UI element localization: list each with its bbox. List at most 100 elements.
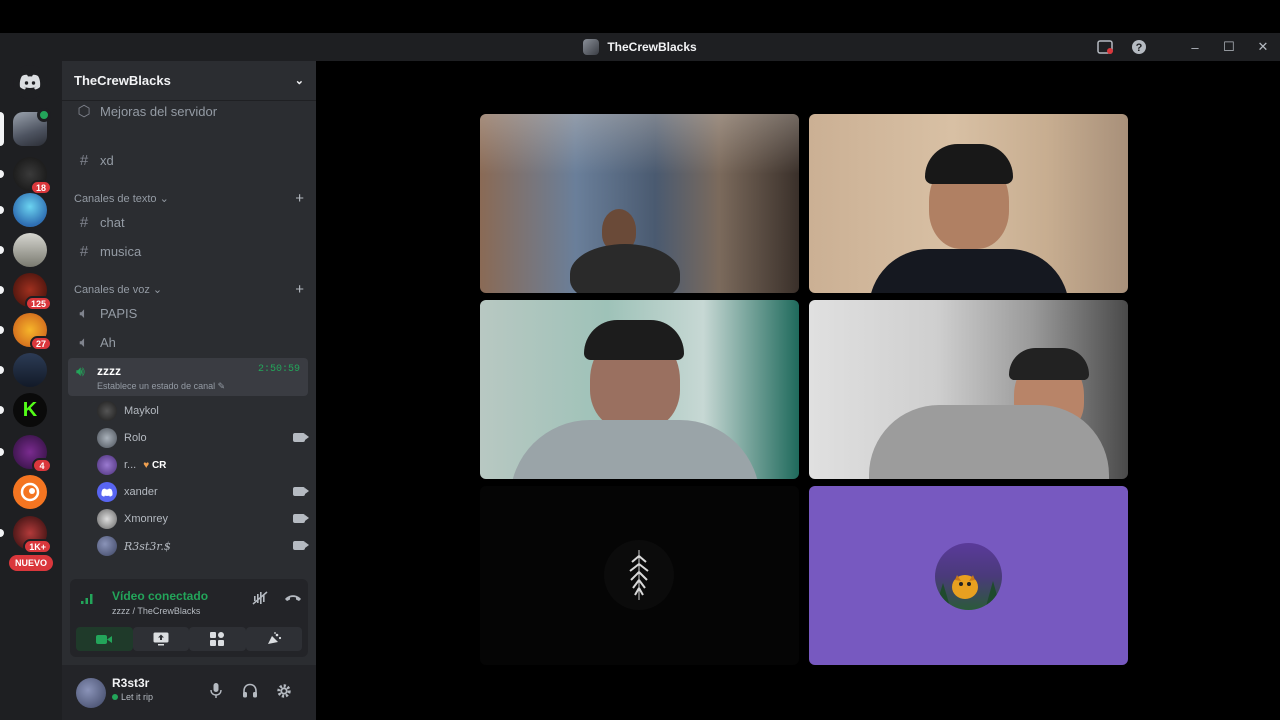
server-boost-label: Mejoras del servidor [100, 103, 218, 119]
server-icon-7[interactable] [0, 353, 47, 387]
server-icon-5[interactable]: 125 [0, 273, 52, 311]
member-name: Xmonrey [124, 513, 169, 525]
member-name: r... [124, 459, 137, 471]
server-icon-3[interactable] [0, 193, 47, 227]
title-bar: TheCrewBlacks ? – ☐ ✕ [0, 33, 1280, 61]
server-icon-9[interactable]: 4 [0, 435, 52, 473]
screen-share-button[interactable] [132, 627, 189, 651]
category-voice-channels[interactable]: Canales de voz ⌄ + [74, 281, 304, 298]
unread-pill [0, 326, 4, 334]
user-avatar[interactable] [76, 678, 106, 708]
camera-icon [293, 433, 309, 442]
voice-member-xmonrey[interactable]: Xmonrey [97, 508, 309, 530]
disconnect-icon[interactable] [284, 591, 302, 607]
video-tile-3[interactable] [480, 300, 799, 479]
mention-badge: 27 [29, 336, 52, 351]
connection-status[interactable]: Vídeo conectado [112, 589, 208, 603]
settings-icon[interactable] [276, 683, 292, 703]
activities-button[interactable] [189, 627, 246, 651]
unread-pill [0, 406, 4, 414]
channel-status[interactable]: Establece un estado de canal ✎ [97, 381, 225, 392]
avatar [97, 509, 117, 529]
user-name[interactable]: R3st3r [112, 676, 149, 690]
category-text-channels[interactable]: Canales de texto ⌄ + [74, 190, 304, 207]
participant-hair [925, 144, 1013, 184]
voice-channel-zzzz[interactable]: 🔊︎ zzzz 2:50:59 Establece un estado de c… [68, 358, 308, 396]
svg-text:?: ? [1136, 42, 1143, 54]
crunchyroll-logo-icon [13, 475, 47, 509]
channel-label: xd [100, 152, 114, 168]
voice-channel-ah[interactable]: 🔈︎ Ah [70, 330, 308, 354]
channel-label: PAPIS [100, 305, 138, 321]
server-icon-8[interactable]: K [0, 393, 47, 427]
voice-channel-papis[interactable]: 🔈︎ PAPIS [70, 301, 308, 325]
server-name: TheCrewBlacks [74, 73, 171, 88]
voice-active-indicator [37, 108, 51, 122]
voice-member-rolo[interactable]: Rolo [97, 427, 309, 449]
participant-body [510, 420, 760, 479]
video-tile-5-no-camera[interactable] [480, 486, 799, 665]
voice-member-r[interactable]: r... ♥ CR [97, 454, 305, 476]
participant-avatar [604, 540, 674, 610]
voice-connection-panel: Vídeo conectado zzzz / TheCrewBlacks [70, 579, 308, 657]
avatar [97, 482, 117, 502]
mention-badge: 4 [32, 458, 52, 473]
channel-xd[interactable]: # xd [70, 148, 308, 172]
participant-hair [1009, 348, 1089, 380]
unread-pill [0, 366, 4, 374]
screen-share-icon [153, 632, 169, 646]
video-tile-2[interactable] [809, 114, 1128, 293]
mention-badge: 125 [24, 296, 52, 311]
chevron-down-icon: ⌄ [294, 75, 304, 87]
voice-member-maykol[interactable]: Maykol [97, 400, 305, 422]
member-name: R3st3r.$ [124, 539, 171, 553]
plus-icon[interactable]: + [295, 281, 304, 298]
help-icon[interactable]: ? [1122, 33, 1156, 61]
connection-channel[interactable]: zzzz / TheCrewBlacks [112, 606, 200, 616]
server-icon-2[interactable]: 18 [0, 157, 52, 195]
channel-chat[interactable]: # chat [70, 210, 308, 234]
server-icon-thecrewblacks[interactable] [0, 108, 51, 146]
voice-timer: 2:50:59 [257, 364, 300, 375]
mention-badge: 1K+ [23, 539, 52, 554]
member-tag: ♥ CR [143, 459, 167, 471]
close-icon[interactable]: ✕ [1246, 33, 1280, 61]
video-tile-1[interactable] [480, 114, 799, 293]
server-icon-6[interactable]: 27 [0, 313, 52, 351]
headphones-icon[interactable] [242, 683, 258, 702]
plus-icon[interactable]: + [295, 190, 304, 207]
channel-musica[interactable]: # musica [70, 239, 308, 263]
maximize-icon[interactable]: ☐ [1212, 33, 1246, 61]
unread-pill [0, 286, 4, 294]
unread-pill [0, 170, 4, 178]
speaker-icon: 🔈︎ [79, 333, 89, 351]
microphone-icon[interactable] [210, 683, 222, 702]
soundboard-button[interactable] [245, 627, 302, 651]
server-icon-4[interactable] [0, 233, 47, 267]
window-title: TheCrewBlacks [583, 39, 697, 55]
channel-label: Ah [100, 334, 116, 350]
member-name: Rolo [124, 432, 147, 444]
signal-icon[interactable] [80, 592, 94, 608]
home-button[interactable] [13, 65, 47, 99]
server-boost-item[interactable]: ⬡ Mejoras del servidor [70, 99, 308, 123]
server-header[interactable]: TheCrewBlacks ⌄ [62, 61, 316, 101]
unread-pill [0, 448, 4, 456]
video-tile-4[interactable] [809, 300, 1128, 479]
camera-icon [293, 541, 309, 550]
speaker-icon: 🔊︎ [76, 363, 85, 379]
voice-member-xander[interactable]: xander [97, 481, 309, 503]
server-icon-crunchyroll[interactable] [13, 475, 47, 509]
window-title-text: TheCrewBlacks [607, 40, 697, 54]
voice-member-r3st3r[interactable]: R3st3r.$ [97, 535, 309, 557]
participant-hair [584, 320, 684, 360]
camera-button[interactable] [76, 627, 133, 651]
inbox-icon[interactable] [1088, 33, 1122, 61]
server-icon-11[interactable]: 1K+ [0, 516, 52, 554]
user-status[interactable]: Let it rip [112, 692, 153, 702]
minimize-icon[interactable]: – [1178, 33, 1212, 61]
boost-icon: ⬡ [77, 103, 91, 120]
hash-icon: # [79, 213, 89, 231]
noise-suppression-icon[interactable] [252, 591, 268, 608]
video-tile-6-no-camera[interactable] [809, 486, 1128, 665]
